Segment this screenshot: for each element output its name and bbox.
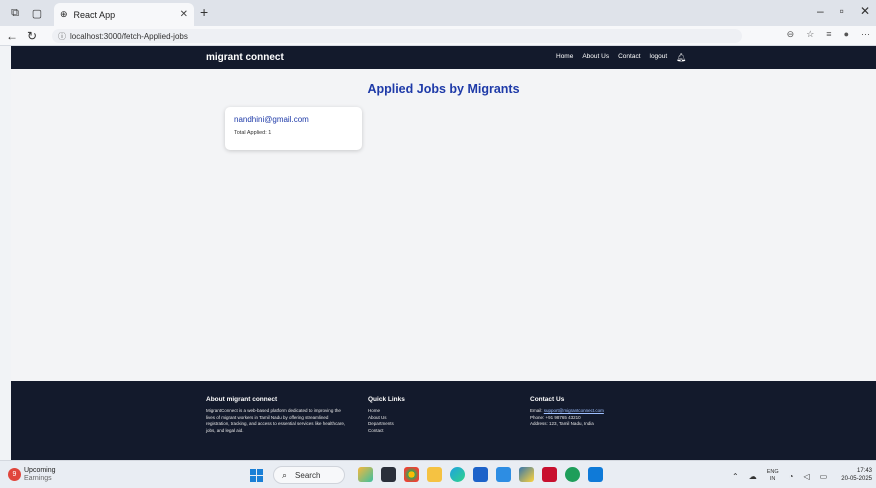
green-app-icon[interactable] <box>565 467 580 482</box>
os-taskbar: 9 Upcoming Earnings ⌕ Search ⌃ ☁ ENG IN ◔… <box>0 460 876 488</box>
window-controls: – ▫ ✕ <box>817 4 870 18</box>
lang-top: ENG <box>766 469 779 475</box>
nav-link-contact[interactable]: Contact <box>618 53 640 62</box>
close-window-icon[interactable]: ✕ <box>860 4 870 18</box>
address-bar-row: ← ↻ ⓘ localhost:3000/fetch-Applied-jobs … <box>0 26 876 46</box>
favorite-star-icon[interactable]: ☆ <box>806 29 814 40</box>
system-clock[interactable]: 17:43 20-05-2025 <box>841 467 872 483</box>
clock-date: 20-05-2025 <box>841 476 872 482</box>
weather-subtitle: Earnings <box>24 475 52 482</box>
weather-title: Upcoming <box>24 467 56 474</box>
browser-tab-bar: ⧉ ▢ ⊕ React App ✕ + – ▫ ✕ <box>0 0 876 26</box>
weather-badge-icon[interactable]: 9 <box>8 468 21 481</box>
task-view-icon[interactable] <box>381 467 396 482</box>
weather-widget[interactable]: Upcoming Earnings <box>24 467 56 483</box>
applicant-total: Total Applied: 1 <box>234 130 272 136</box>
vscode-app-icon[interactable] <box>588 467 603 482</box>
refresh-icon[interactable]: ↻ <box>24 29 40 43</box>
globe-icon: ⊕ <box>60 9 68 19</box>
back-icon[interactable]: ← <box>4 29 20 43</box>
footer-about: About migrant connect MigrantConnect is … <box>206 396 346 434</box>
close-tab-icon[interactable]: ✕ <box>180 9 188 20</box>
clock-time: 17:43 <box>856 468 872 474</box>
footer-contact-title: Contact Us <box>530 396 565 403</box>
chrome-app-icon[interactable] <box>404 467 419 482</box>
battery-icon[interactable]: ▭ <box>820 472 828 481</box>
edge-app-icon[interactable] <box>450 467 465 482</box>
search-icon: ⌕ <box>282 469 288 480</box>
footer-about-title: About migrant connect <box>206 396 278 403</box>
workspaces-icon[interactable]: ⧉ <box>4 2 26 24</box>
lang-bottom: IN <box>769 476 776 482</box>
wifi-icon[interactable]: ◔ <box>789 472 794 481</box>
nav-link-logout[interactable]: logout <box>650 53 668 62</box>
site-navbar: migrant connect Home About Us Contact lo… <box>11 46 876 69</box>
notification-bell-icon[interactable]: 🔔︎ <box>676 53 686 62</box>
applicant-email: nandhini@gmail.com <box>234 115 309 124</box>
volume-icon[interactable]: ◁ <box>803 472 809 481</box>
zoom-icon[interactable]: ⊖ <box>787 29 795 40</box>
footer-link-contact[interactable]: Contact <box>368 428 448 435</box>
info-icon[interactable]: ⓘ <box>58 31 66 42</box>
web-page: migrant connect Home About Us Contact lo… <box>11 46 876 460</box>
footer-email-link[interactable]: support@migrantconnect.com <box>544 408 604 413</box>
system-tray: ⌃ ☁ ENG IN ◔ ◁ ▭ <box>732 469 827 483</box>
favorites-icon[interactable]: ≡ <box>826 29 831 40</box>
tray-chevron-icon[interactable]: ⌃ <box>732 472 739 481</box>
windows-start-icon[interactable] <box>250 469 263 482</box>
footer-email-label: Email: <box>530 408 544 413</box>
taskbar-apps <box>358 467 603 482</box>
python-app-icon[interactable] <box>519 467 534 482</box>
profile-icon[interactable]: ● <box>844 29 849 40</box>
store-app-icon[interactable] <box>473 467 488 482</box>
url-field[interactable]: ⓘ localhost:3000/fetch-Applied-jobs <box>52 29 742 43</box>
footer-quick-links: Quick Links Home About Us Departments Co… <box>368 396 448 434</box>
browser-tab[interactable]: ⊕ React App ✕ <box>54 3 194 26</box>
footer-address: Address: 123, Tamil Nadu, India <box>530 421 594 426</box>
file-explorer-icon[interactable] <box>427 467 442 482</box>
language-indicator[interactable]: ENG IN <box>767 469 779 483</box>
minimize-icon[interactable]: – <box>817 4 824 18</box>
copilot-app-icon[interactable] <box>358 467 373 482</box>
photos-app-icon[interactable] <box>496 467 511 482</box>
footer-about-text: MigrantConnect is a web-based platform d… <box>206 408 346 433</box>
taskbar-search-label: Search <box>295 470 321 480</box>
nav-link-home[interactable]: Home <box>556 53 573 62</box>
page-title: Applied Jobs by Migrants <box>367 82 520 96</box>
site-brand[interactable]: migrant connect <box>206 52 284 63</box>
applicant-card: nandhini@gmail.com Total Applied: 1 <box>225 107 362 150</box>
mcafee-app-icon[interactable] <box>542 467 557 482</box>
footer-contact: Contact Us Email: support@migrantconnect… <box>530 396 680 428</box>
url-text: localhost:3000/fetch-Applied-jobs <box>70 31 188 41</box>
more-icon[interactable]: ⋯ <box>861 29 870 40</box>
footer-quick-links-title: Quick Links <box>368 396 405 403</box>
new-tab-icon[interactable]: + <box>200 4 208 20</box>
tab-actions-icon[interactable]: ▢ <box>26 2 48 24</box>
taskbar-search[interactable]: ⌕ Search <box>273 466 345 484</box>
nav-link-about[interactable]: About Us <box>582 53 609 62</box>
address-bar-actions: ⊖ ☆ ≡ ● ⋯ <box>787 29 870 40</box>
tab-title: React App <box>73 9 116 20</box>
site-footer: About migrant connect MigrantConnect is … <box>11 381 876 460</box>
nav-links: Home About Us Contact logout 🔔︎ <box>556 53 686 62</box>
maximize-icon[interactable]: ▫ <box>840 4 844 18</box>
onedrive-icon[interactable]: ☁ <box>749 472 757 481</box>
